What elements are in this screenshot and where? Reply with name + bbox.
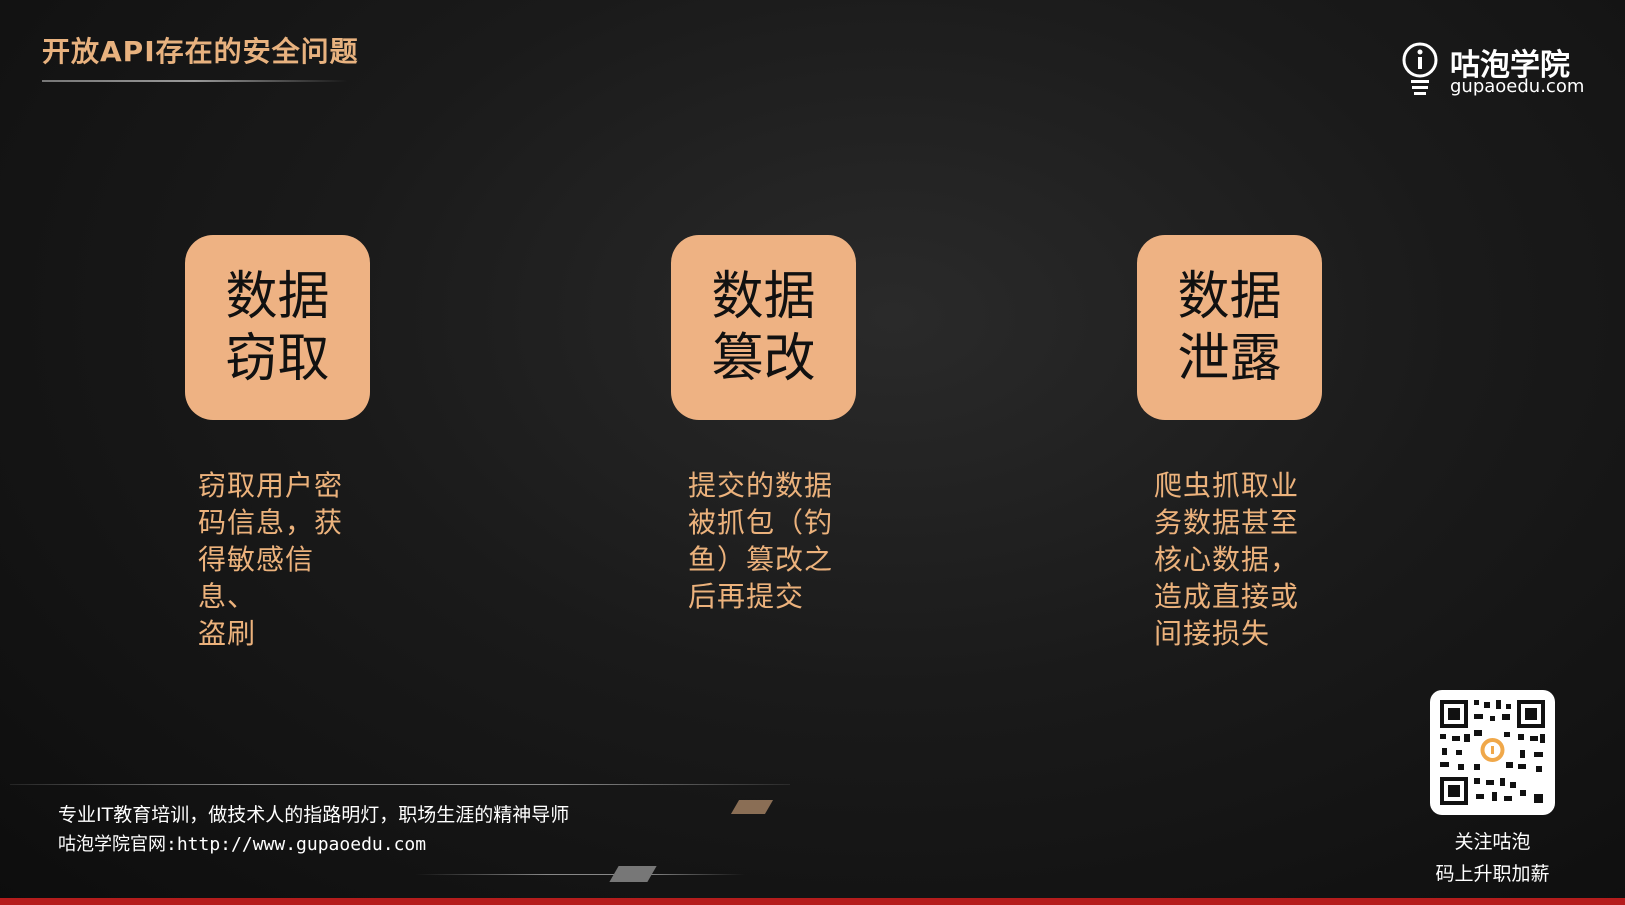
desc-line: 后再提交	[688, 580, 805, 613]
card-data-leak: 数据 泄露	[1137, 235, 1322, 420]
desc-line: 间接损失	[1154, 617, 1271, 650]
footer-decoration-line	[415, 874, 745, 875]
slide-title: 开放API存在的安全问题	[42, 35, 359, 68]
desc-line: 盗刷	[198, 617, 257, 650]
desc-line: 被抓包（钓	[688, 506, 834, 539]
card-line2: 泄露	[1177, 328, 1282, 389]
card-line1: 数据	[711, 266, 816, 327]
footer-divider	[10, 784, 790, 785]
footer-decoration	[730, 800, 774, 814]
card-line1: 数据	[1177, 266, 1282, 327]
qr-code-graphic	[1440, 700, 1545, 805]
bottom-accent-bar	[0, 898, 1625, 905]
card-data-theft: 数据 窃取	[185, 235, 370, 420]
qr-code	[1430, 690, 1555, 815]
card-line2: 篡改	[711, 328, 816, 389]
desc-line: 务数据甚至	[1154, 506, 1300, 539]
desc-line: 码信息，获	[198, 506, 344, 539]
desc-line: 鱼）篡改之	[688, 543, 834, 576]
description-leak: 爬虫抓取业 务数据甚至 核心数据， 造成直接或 间接损失	[1154, 467, 1324, 652]
card-data-tampering: 数据 篡改	[671, 235, 856, 420]
footer-decoration	[609, 866, 657, 882]
qr-caption-line1: 关注咕泡	[1454, 831, 1531, 853]
desc-line: 爬虫抓取业	[1154, 469, 1300, 502]
footer-website[interactable]: 咕泡学院官网:http://www.gupaoedu.com	[58, 830, 426, 856]
desc-line: 窃取用户密	[198, 469, 344, 502]
description-theft: 窃取用户密 码信息，获 得敏感信息、 盗刷	[198, 467, 368, 652]
desc-line: 核心数据，	[1154, 543, 1300, 576]
logo-domain: gupaoedu.com	[1450, 76, 1585, 97]
card-line1: 数据	[225, 266, 330, 327]
desc-line: 造成直接或	[1154, 580, 1300, 613]
description-tampering: 提交的数据 被抓包（钓 鱼）篡改之 后再提交	[688, 467, 858, 615]
qr-caption-line2: 码上升职加薪	[1435, 863, 1550, 885]
footer-slogan: 专业IT教育培训，做技术人的指路明灯，职场生涯的精神导师	[58, 804, 570, 826]
bulb-icon	[1402, 42, 1438, 95]
desc-line: 得敏感信息、	[198, 543, 315, 613]
title-underline	[42, 80, 347, 82]
desc-line: 提交的数据	[688, 469, 834, 502]
brand-logo: 咕泡学院 gupaoedu.com	[1400, 40, 1590, 100]
qr-caption: 关注咕泡 码上升职加薪	[1420, 826, 1565, 890]
card-line2: 窃取	[225, 328, 330, 389]
